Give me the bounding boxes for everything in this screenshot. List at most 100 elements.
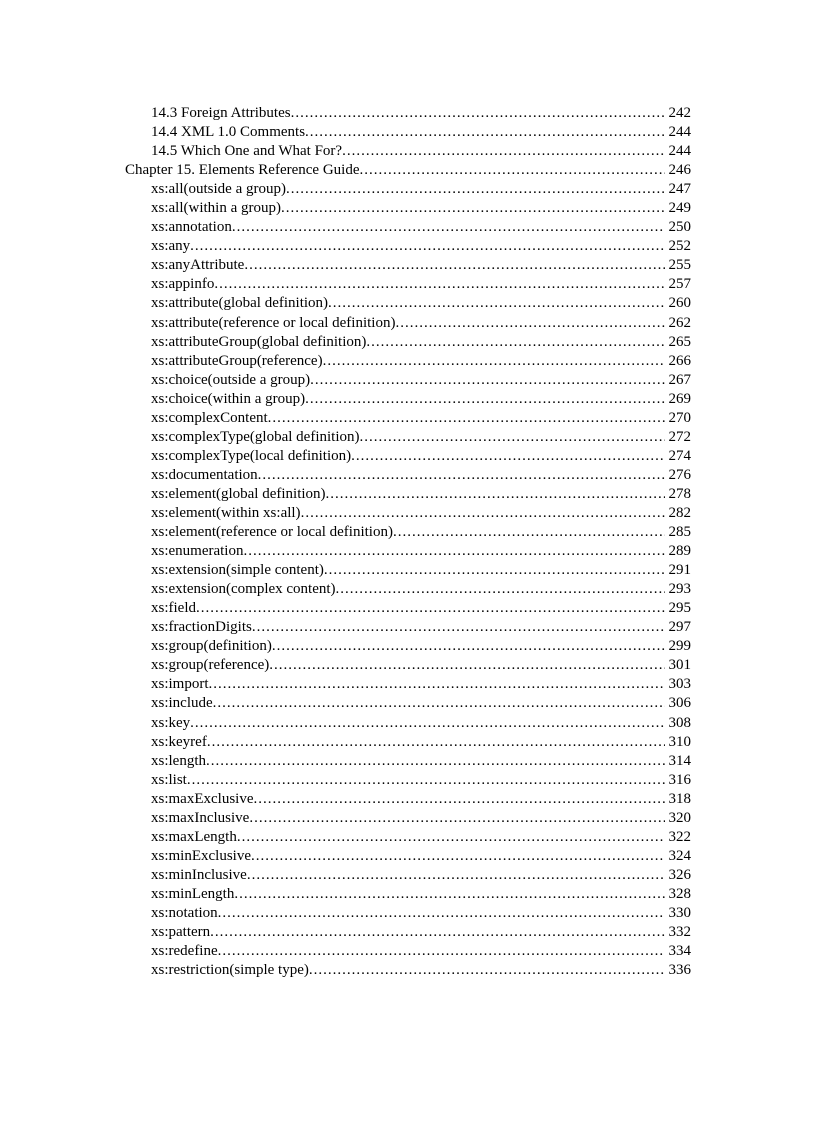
toc-entry-page: 326 [665, 866, 692, 885]
toc-entry-page: 324 [665, 847, 692, 866]
toc-entry: xs:restriction(simple type) 336 [125, 961, 691, 980]
toc-entry-title: xs:import [151, 675, 209, 694]
toc-entry-title: xs:minLength [151, 885, 234, 904]
toc-entry-page: 322 [665, 828, 692, 847]
toc-dot-leader [187, 771, 665, 790]
toc-entry-page: 278 [665, 485, 692, 504]
toc-entry: xs:list 316 [125, 771, 691, 790]
toc-entry-title: xs:element(reference or local definition… [151, 523, 393, 542]
toc-entry-page: 316 [665, 771, 692, 790]
toc-entry: xs:attribute(reference or local definiti… [125, 314, 691, 333]
toc-entry-title: xs:minInclusive [151, 866, 247, 885]
toc-entry-title: xs:notation [151, 904, 218, 923]
toc-entry-title: xs:complexContent [151, 409, 268, 428]
toc-entry: xs:maxExclusive 318 [125, 790, 691, 809]
toc-entry: xs:enumeration 289 [125, 542, 691, 561]
toc-entry: xs:attributeGroup(reference) 266 [125, 352, 691, 371]
toc-entry-title: xs:element(within xs:all) [151, 504, 301, 523]
toc-entry-page: 242 [665, 104, 692, 123]
toc-entry-title: xs:all(within a group) [151, 199, 281, 218]
toc-dot-leader [351, 447, 664, 466]
toc-entry: xs:any 252 [125, 237, 691, 256]
toc-dot-leader [269, 656, 664, 675]
toc-dot-leader [301, 504, 665, 523]
toc-entry-page: 265 [665, 333, 692, 352]
toc-dot-leader [249, 809, 664, 828]
toc-entry-title: xs:complexType(global definition) [151, 428, 359, 447]
toc-entry: xs:key 308 [125, 714, 691, 733]
toc-entry-title: xs:attributeGroup(global definition) [151, 333, 366, 352]
toc-entry: Chapter 15. Elements Reference Guide 246 [125, 161, 691, 180]
toc-entry: xs:complexType(local definition) 274 [125, 447, 691, 466]
toc-entry-page: 299 [665, 637, 692, 656]
toc-entry-title: xs:all(outside a group) [151, 180, 286, 199]
toc-entry: xs:minInclusive 326 [125, 866, 691, 885]
toc-entry-page: 257 [665, 275, 692, 294]
toc-dot-leader [268, 409, 665, 428]
toc-entry-page: 244 [665, 123, 692, 142]
toc-dot-leader [232, 218, 665, 237]
toc-dot-leader [190, 714, 664, 733]
toc-container: 14.3 Foreign Attributes 24214.4 XML 1.0 … [125, 104, 691, 980]
toc-entry-title: 14.4 XML 1.0 Comments [151, 123, 305, 142]
toc-entry: xs:minLength 328 [125, 885, 691, 904]
toc-entry-page: 306 [665, 694, 692, 713]
toc-entry-title: xs:anyAttribute [151, 256, 244, 275]
toc-entry-page: 332 [665, 923, 692, 942]
toc-dot-leader [258, 466, 665, 485]
toc-dot-leader [342, 142, 664, 161]
toc-entry-title: xs:any [151, 237, 190, 256]
toc-dot-leader [218, 904, 665, 923]
toc-dot-leader [196, 599, 665, 618]
toc-dot-leader [305, 390, 664, 409]
toc-entry-page: 247 [665, 180, 692, 199]
toc-entry: xs:choice(outside a group) 267 [125, 371, 691, 390]
toc-entry-page: 282 [665, 504, 692, 523]
toc-entry: xs:maxLength 322 [125, 828, 691, 847]
toc-entry-page: 246 [665, 161, 692, 180]
toc-entry-title: xs:list [151, 771, 187, 790]
toc-entry: xs:appinfo 257 [125, 275, 691, 294]
toc-entry-page: 255 [665, 256, 692, 275]
toc-entry-page: 269 [665, 390, 692, 409]
toc-entry-title: 14.3 Foreign Attributes [151, 104, 291, 123]
toc-entry-title: xs:appinfo [151, 275, 214, 294]
toc-entry-title: xs:maxLength [151, 828, 237, 847]
toc-entry: xs:attributeGroup(global definition) 265 [125, 333, 691, 352]
toc-dot-leader [309, 961, 665, 980]
toc-entry-page: 244 [665, 142, 692, 161]
toc-entry-title: xs:annotation [151, 218, 232, 237]
toc-entry: xs:annotation 250 [125, 218, 691, 237]
toc-entry: xs:documentation 276 [125, 466, 691, 485]
toc-entry-page: 301 [665, 656, 692, 675]
toc-dot-leader [210, 923, 664, 942]
toc-entry-title: xs:length [151, 752, 206, 771]
toc-entry: xs:length 314 [125, 752, 691, 771]
toc-entry-page: 293 [665, 580, 692, 599]
toc-entry: xs:complexType(global definition) 272 [125, 428, 691, 447]
toc-dot-leader [190, 237, 664, 256]
toc-entry: xs:fractionDigits 297 [125, 618, 691, 637]
toc-entry-page: 262 [665, 314, 692, 333]
toc-dot-leader [218, 942, 665, 961]
toc-entry-page: 289 [665, 542, 692, 561]
toc-entry-title: xs:minExclusive [151, 847, 251, 866]
toc-entry-title: xs:keyref [151, 733, 207, 752]
toc-entry-page: 336 [665, 961, 692, 980]
toc-entry: 14.4 XML 1.0 Comments 244 [125, 123, 691, 142]
toc-dot-leader [272, 637, 665, 656]
toc-entry-page: 318 [665, 790, 692, 809]
toc-dot-leader [252, 618, 665, 637]
toc-dot-leader [305, 123, 664, 142]
toc-entry: xs:choice(within a group) 269 [125, 390, 691, 409]
toc-entry: 14.5 Which One and What For? 244 [125, 142, 691, 161]
toc-dot-leader [213, 694, 665, 713]
toc-dot-leader [207, 733, 665, 752]
toc-dot-leader [328, 294, 664, 313]
toc-entry-page: 252 [665, 237, 692, 256]
toc-entry: xs:pattern 332 [125, 923, 691, 942]
toc-entry-page: 334 [665, 942, 692, 961]
toc-entry: xs:element(within xs:all) 282 [125, 504, 691, 523]
toc-entry-title: xs:group(definition) [151, 637, 272, 656]
toc-entry-title: xs:maxExclusive [151, 790, 253, 809]
